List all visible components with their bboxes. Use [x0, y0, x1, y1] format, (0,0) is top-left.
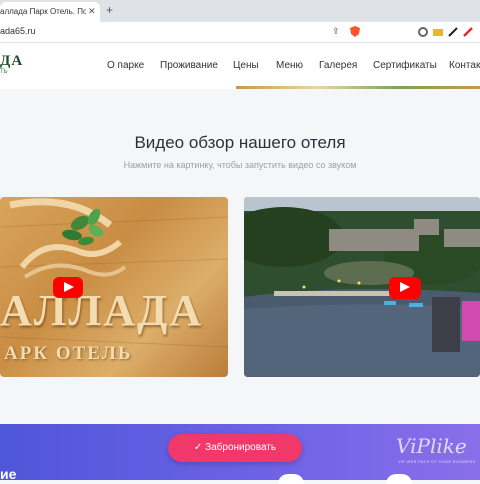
nav-item-prices[interactable]: Цены	[233, 60, 259, 71]
address-bar[interactable]	[0, 22, 480, 43]
nav-item-accommodation[interactable]: Проживание	[160, 60, 218, 71]
extension-gear-icon[interactable]	[418, 27, 428, 37]
play-icon	[64, 282, 74, 292]
watermark-logo: ViPlike	[396, 434, 467, 458]
book-button[interactable]: ✓ Забронировать	[168, 434, 302, 462]
extension-dropper-icon[interactable]	[463, 27, 473, 37]
video-thumbnail-logo[interactable]: АЛЛАДА АРК ОТЕЛЬ	[0, 197, 228, 377]
nav-item-gallery[interactable]: Галерея	[319, 60, 357, 71]
carousel-dot-left[interactable]	[278, 474, 304, 484]
play-icon	[400, 282, 410, 292]
youtube-play-button[interactable]	[53, 277, 83, 298]
video-thumbnail-aerial[interactable]	[244, 197, 480, 377]
nav-item-certificates[interactable]: Сертификаты	[373, 60, 437, 71]
section-title: Видео обзор нашего отеля	[134, 133, 346, 152]
extension-pen-icon[interactable]	[448, 27, 458, 37]
nav-item-contacts[interactable]: Контакт	[449, 60, 480, 71]
aerial-view-graphic	[244, 197, 480, 377]
browser-tab[interactable]: аллада Парк Отель. Полно ✕	[0, 2, 100, 22]
site-logo[interactable]: ДА	[0, 53, 23, 70]
tab-title: аллада Парк Отель. Полно	[0, 7, 86, 16]
youtube-play-button-2[interactable]	[389, 277, 421, 299]
site-logo-subtitle: ТЬ	[0, 69, 8, 75]
nav-item-about[interactable]: О парке	[107, 60, 144, 71]
carousel-dot-right[interactable]	[386, 474, 412, 484]
section-subtitle: Нажмите на картинку, чтобы запустить вид…	[123, 160, 357, 170]
extension-folder-icon[interactable]	[433, 27, 443, 37]
close-tab-icon[interactable]: ✕	[88, 6, 96, 17]
new-tab-button[interactable]: +	[106, 3, 113, 17]
sign-text-line1: АЛЛАДА	[0, 286, 204, 335]
watermark-tagline: VIP WEB FACE OF YOUR BUSINESS	[398, 459, 476, 464]
url-text[interactable]: ada65.ru	[0, 26, 36, 36]
nav-item-menu[interactable]: Меню	[276, 60, 303, 71]
share-icon[interactable]: ⇪	[332, 26, 340, 37]
sign-text-line2: АРК ОТЕЛЬ	[4, 343, 133, 364]
brave-shield-icon[interactable]	[350, 26, 360, 37]
header-decorative-strip	[236, 86, 480, 89]
